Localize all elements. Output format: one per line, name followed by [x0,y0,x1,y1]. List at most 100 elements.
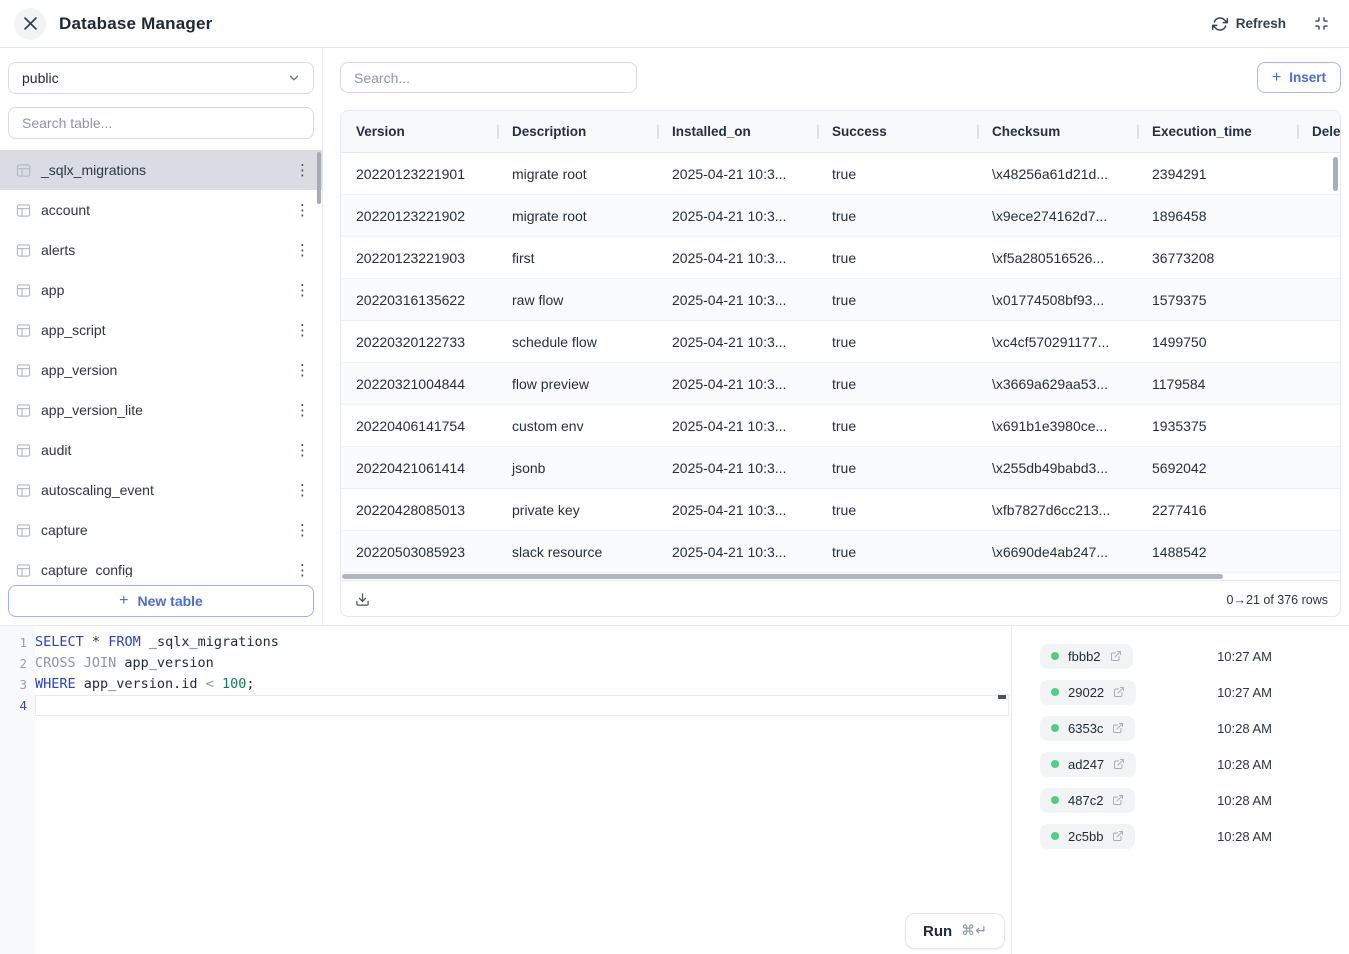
table-search-input[interactable] [8,107,314,139]
sidebar-table-item[interactable]: capture_config ⋮ [0,550,322,577]
cell-description: schedule flow [497,334,657,350]
sidebar-table-item[interactable]: _sqlx_migrations ⋮ [0,150,322,190]
table-row[interactable]: 20220503085923 slack resource 2025-04-21… [341,531,1340,573]
refresh-button[interactable]: Refresh [1212,16,1286,32]
insert-button[interactable]: + Insert [1257,62,1341,93]
sidebar-table-item[interactable]: app_script ⋮ [0,310,322,350]
cell-description: flow preview [497,376,657,392]
sidebar-table-item[interactable]: app_version_lite ⋮ [0,390,322,430]
run-time: 10:28 AM [1217,757,1272,772]
sidebar-table-item[interactable]: capture ⋮ [0,510,322,550]
table-options-button[interactable]: ⋮ [295,363,310,378]
table-options-button[interactable]: ⋮ [295,283,310,298]
table-options-button[interactable]: ⋮ [295,563,310,578]
external-link-icon[interactable] [1112,722,1124,734]
table-options-button[interactable]: ⋮ [295,163,310,178]
sidebar-table-item[interactable]: app ⋮ [0,270,322,310]
code-text[interactable] [35,695,1009,716]
code-text[interactable]: CROSS JOIN app_version [27,653,1010,674]
run-result-pill[interactable]: 29022 [1040,680,1136,705]
table-row[interactable]: 20220406141754 custom env 2025-04-21 10:… [341,405,1340,447]
table-icon [16,283,31,298]
cell-success: true [817,292,977,308]
success-status-dot [1051,724,1059,732]
close-button[interactable] [14,8,46,40]
run-history-row: 6353c 10:28 AM [1012,710,1349,746]
run-shortcut-keys: ⌘↵ [961,923,987,939]
table-options-button[interactable]: ⋮ [295,203,310,218]
table-row[interactable]: 20220421061414 jsonb 2025-04-21 10:3... … [341,447,1340,489]
table-options-button[interactable]: ⋮ [295,483,310,498]
cell-success: true [817,502,977,518]
cell-description: migrate root [497,166,657,182]
external-link-icon[interactable] [1112,830,1124,842]
cell-version: 20220123221902 [341,208,497,224]
new-table-button[interactable]: + New table [8,585,314,617]
collapse-fullscreen-button[interactable] [1314,16,1329,31]
external-link-icon[interactable] [1112,794,1124,806]
table-icon [16,483,31,498]
sql-token: FROM [108,634,141,650]
horizontal-scrollbar[interactable] [342,574,1223,579]
download-button[interactable] [355,592,370,607]
editor-line[interactable]: 4 [0,695,1011,716]
cell-version: 20220123221903 [341,250,497,266]
sql-token: 100 [222,676,246,692]
run-result-pill[interactable]: 2c5bb [1040,824,1135,849]
table-row[interactable]: 20220123221902 migrate root 2025-04-21 1… [341,195,1340,237]
table-row[interactable]: 20220123221901 migrate root 2025-04-21 1… [341,153,1340,195]
editor-line[interactable]: 2CROSS JOIN app_version [0,653,1011,674]
editor-line[interactable]: 3WHERE app_version.id < 100; [0,674,1011,695]
editor-line[interactable]: 1SELECT * FROM _sqlx_migrations [0,632,1011,653]
topbar: Database Manager Refresh [0,0,1349,48]
table-options-button[interactable]: ⋮ [295,443,310,458]
sidebar-table-item[interactable]: autoscaling_event ⋮ [0,470,322,510]
cell-version: 20220503085923 [341,544,497,560]
database-manager-app: Database Manager Refresh public [0,0,1349,954]
table-row[interactable]: 20220316135622 raw flow 2025-04-21 10:3.… [341,279,1340,321]
cell-installed-on: 2025-04-21 10:3... [657,502,817,518]
sidebar: public _sqlx_migrations ⋮ [0,48,323,625]
table-options-button[interactable]: ⋮ [295,523,310,538]
sidebar-table-item[interactable]: audit ⋮ [0,430,322,470]
kebab-icon: ⋮ [295,361,310,379]
external-link-icon[interactable] [1113,758,1125,770]
rows-search-input[interactable] [340,62,637,93]
column-header[interactable]: Version [341,124,497,139]
table-options-button[interactable]: ⋮ [295,323,310,338]
sidebar-scrollbar[interactable] [317,152,321,204]
run-result-pill[interactable]: 6353c [1040,716,1135,741]
run-result-pill[interactable]: fbbb2 [1040,644,1133,669]
sql-editor[interactable]: 1SELECT * FROM _sqlx_migrations2CROSS JO… [0,626,1012,954]
column-header[interactable]: Success [817,124,977,139]
column-header[interactable]: Deleted [1297,124,1341,139]
schema-select[interactable]: public [8,62,314,94]
run-id: 6353c [1068,721,1103,736]
run-result-pill[interactable]: ad247 [1040,752,1136,777]
sidebar-table-item[interactable]: account ⋮ [0,190,322,230]
run-result-pill[interactable]: 487c2 [1040,788,1135,813]
external-link-icon[interactable] [1110,650,1122,662]
table-row[interactable]: 20220123221903 first 2025-04-21 10:3... … [341,237,1340,279]
column-header[interactable]: Checksum [977,124,1137,139]
sql-token: * [92,634,100,650]
sidebar-table-item[interactable]: alerts ⋮ [0,230,322,270]
data-panel-toolbar: + Insert [340,62,1341,93]
table-row[interactable]: 20220320122733 schedule flow 2025-04-21 … [341,321,1340,363]
column-header[interactable]: Installed_on [657,124,817,139]
row-count: 0→21 of 376 rows [1227,593,1328,607]
vertical-scrollbar[interactable] [1333,157,1338,191]
table-icon [16,243,31,258]
table-options-button[interactable]: ⋮ [295,403,310,418]
code-text[interactable]: SELECT * FROM _sqlx_migrations [27,632,1010,653]
cell-checksum: \x9ece274162d7... [977,208,1137,224]
table-options-button[interactable]: ⋮ [295,243,310,258]
run-button[interactable]: Run ⌘↵ [905,913,1005,949]
table-row[interactable]: 20220428085013 private key 2025-04-21 10… [341,489,1340,531]
sidebar-table-item[interactable]: app_version ⋮ [0,350,322,390]
table-row[interactable]: 20220321004844 flow preview 2025-04-21 1… [341,363,1340,405]
column-header[interactable]: Execution_time [1137,124,1297,139]
column-header[interactable]: Description [497,124,657,139]
code-text[interactable]: WHERE app_version.id < 100; [27,674,1010,695]
external-link-icon[interactable] [1113,686,1125,698]
